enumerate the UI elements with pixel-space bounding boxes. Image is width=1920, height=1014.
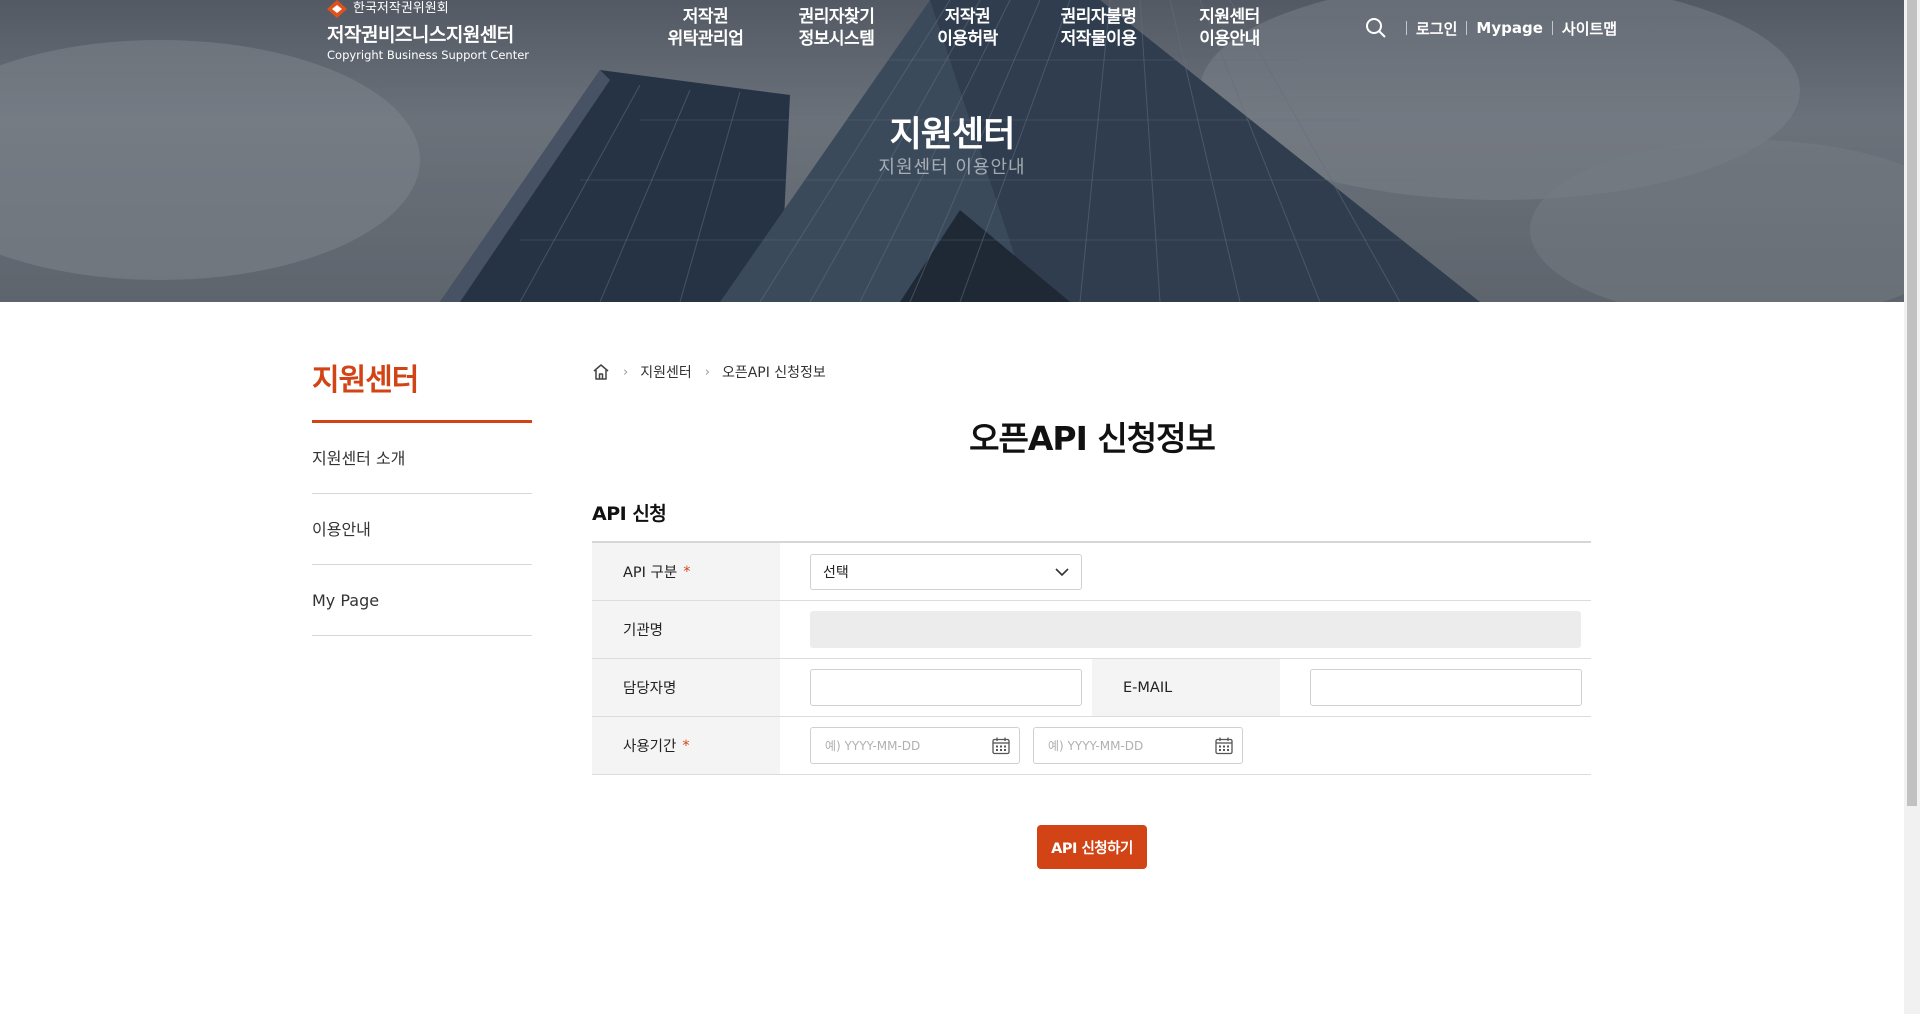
- gnb-item-line: 저작물이용: [1060, 29, 1137, 49]
- page-scrollbar[interactable]: [1904, 0, 1920, 1014]
- period-cell: 예) YYYY-MM-DD 예) YYYY-MM-DD: [780, 717, 1591, 774]
- gnb-item-line: 권리자찾기: [798, 7, 875, 27]
- site-name: 저작권비즈니스지원센터: [327, 24, 514, 46]
- form-row-org-name: 기관명: [592, 601, 1591, 659]
- end-date-placeholder: 예) YYYY-MM-DD: [1048, 739, 1144, 753]
- hero-title: 지원센터: [889, 115, 1016, 155]
- home-icon[interactable]: [592, 363, 610, 381]
- global-nav: 저작권 위탁관리업 권리자찾기 정보시스템 저작권 이용허락 권리자불명 저작물…: [640, 6, 1295, 50]
- search-icon[interactable]: [1365, 17, 1387, 39]
- manager-label-text: 담당자명: [623, 681, 677, 697]
- sidebar-title: 지원센터: [312, 355, 532, 423]
- gnb-item-orphan-works[interactable]: 권리자불명 저작물이용: [1033, 6, 1164, 50]
- org-name-cell: [780, 601, 1591, 658]
- hero-banner: 한국저작권위원회 저작권비즈니스지원센터 Copyright Business …: [0, 0, 1904, 302]
- manager-label: 담당자명: [592, 659, 780, 716]
- breadcrumb-separator: ›: [704, 364, 710, 380]
- scrollbar-thumb[interactable]: [1907, 0, 1917, 806]
- calendar-icon[interactable]: [1214, 736, 1234, 756]
- period-label-text: 사용기간: [623, 739, 677, 755]
- gnb-item-line: 저작권: [944, 7, 991, 27]
- gnb-item-license[interactable]: 저작권 이용허락: [902, 6, 1033, 50]
- api-type-select[interactable]: 선택: [810, 553, 1082, 590]
- required-mark: *: [683, 563, 691, 580]
- sitemap-link[interactable]: 사이트맵: [1562, 18, 1617, 39]
- site-name-en: Copyright Business Support Center: [327, 48, 530, 62]
- gnb-item-line: 저작권: [682, 7, 729, 27]
- committee-logo-icon: [327, 0, 347, 18]
- form-row-api-type: API 구분 * 선택: [592, 543, 1591, 601]
- hero-subtitle: 지원센터 이용안내: [878, 157, 1026, 178]
- gnb-item-line: 이용허락: [937, 29, 998, 49]
- manager-name-field[interactable]: [810, 669, 1082, 706]
- mypage-link[interactable]: Mypage: [1476, 19, 1542, 37]
- period-label: 사용기간 *: [592, 717, 780, 774]
- start-date-field[interactable]: 예) YYYY-MM-DD: [810, 727, 1020, 764]
- breadcrumb: › 지원센터 › 오픈API 신청정보: [592, 362, 826, 382]
- api-type-label-text: API 구분: [623, 565, 678, 581]
- email-cell: [1280, 659, 1591, 716]
- api-type-cell: 선택: [780, 543, 1591, 600]
- api-type-selected-value: 선택: [823, 564, 849, 581]
- sidebar-item-intro[interactable]: 지원센터 소개: [312, 423, 532, 494]
- gnb-item-line: 이용안내: [1199, 29, 1260, 49]
- divider: [1466, 21, 1468, 35]
- gnb-item-rights-holder-search[interactable]: 권리자찾기 정보시스템: [771, 6, 902, 50]
- sidebar-item-mypage[interactable]: My Page: [312, 565, 532, 636]
- form-row-contact: 담당자명 E-MAIL: [592, 659, 1591, 717]
- section-title: API 신청: [592, 503, 667, 525]
- api-type-label: API 구분 *: [592, 543, 780, 600]
- gnb-item-line: 지원센터: [1199, 7, 1260, 27]
- start-date-placeholder: 예) YYYY-MM-DD: [825, 739, 921, 753]
- org-name-label: 기관명: [592, 601, 780, 658]
- manager-cell: [780, 659, 1092, 716]
- breadcrumb-separator: ›: [623, 364, 629, 380]
- breadcrumb-item-current: 오픈API 신청정보: [721, 365, 826, 381]
- breadcrumb-item[interactable]: 지원센터: [640, 362, 692, 382]
- org-name: 한국저작권위원회: [327, 0, 529, 18]
- sidebar: 지원센터 지원센터 소개 이용안내 My Page: [312, 355, 532, 636]
- gnb-item-line: 권리자불명: [1060, 7, 1137, 27]
- gnb-item-line: 정보시스템: [798, 29, 875, 49]
- login-link[interactable]: 로그인: [1416, 18, 1457, 39]
- gnb-item-support-center[interactable]: 지원센터 이용안내: [1164, 6, 1295, 50]
- org-name-field: [810, 611, 1581, 648]
- email-label: E-MAIL: [1092, 659, 1280, 716]
- org-name-label-text: 기관명: [623, 623, 664, 639]
- divider: [1551, 21, 1553, 35]
- api-submit-button[interactable]: API 신청하기: [1037, 825, 1147, 869]
- gnb-item-trust-management[interactable]: 저작권 위탁관리업: [640, 6, 771, 50]
- site-logo[interactable]: 한국저작권위원회 저작권비즈니스지원센터 Copyright Business …: [327, 0, 529, 62]
- page-title: 오픈API 신청정보: [969, 419, 1216, 458]
- required-mark: *: [682, 737, 690, 754]
- org-name-text: 한국저작권위원회: [353, 1, 449, 16]
- sidebar-item-guide[interactable]: 이용안내: [312, 494, 532, 565]
- calendar-icon[interactable]: [991, 736, 1011, 756]
- gnb-item-line: 위탁관리업: [667, 29, 744, 49]
- email-label-text: E-MAIL: [1123, 679, 1173, 696]
- chevron-down-icon: [1055, 567, 1069, 576]
- end-date-field[interactable]: 예) YYYY-MM-DD: [1033, 727, 1243, 764]
- form-row-period: 사용기간 * 예) YYYY-MM-DD 예) YYYY-MM-DD: [592, 717, 1591, 775]
- api-application-form: API 구분 * 선택 기관명 담당자명 E-MAIL 사용기간 * 예) YY…: [592, 541, 1591, 775]
- utility-nav: 로그인 Mypage 사이트맵: [1365, 17, 1617, 39]
- email-field[interactable]: [1310, 669, 1582, 706]
- divider: [1406, 21, 1407, 35]
